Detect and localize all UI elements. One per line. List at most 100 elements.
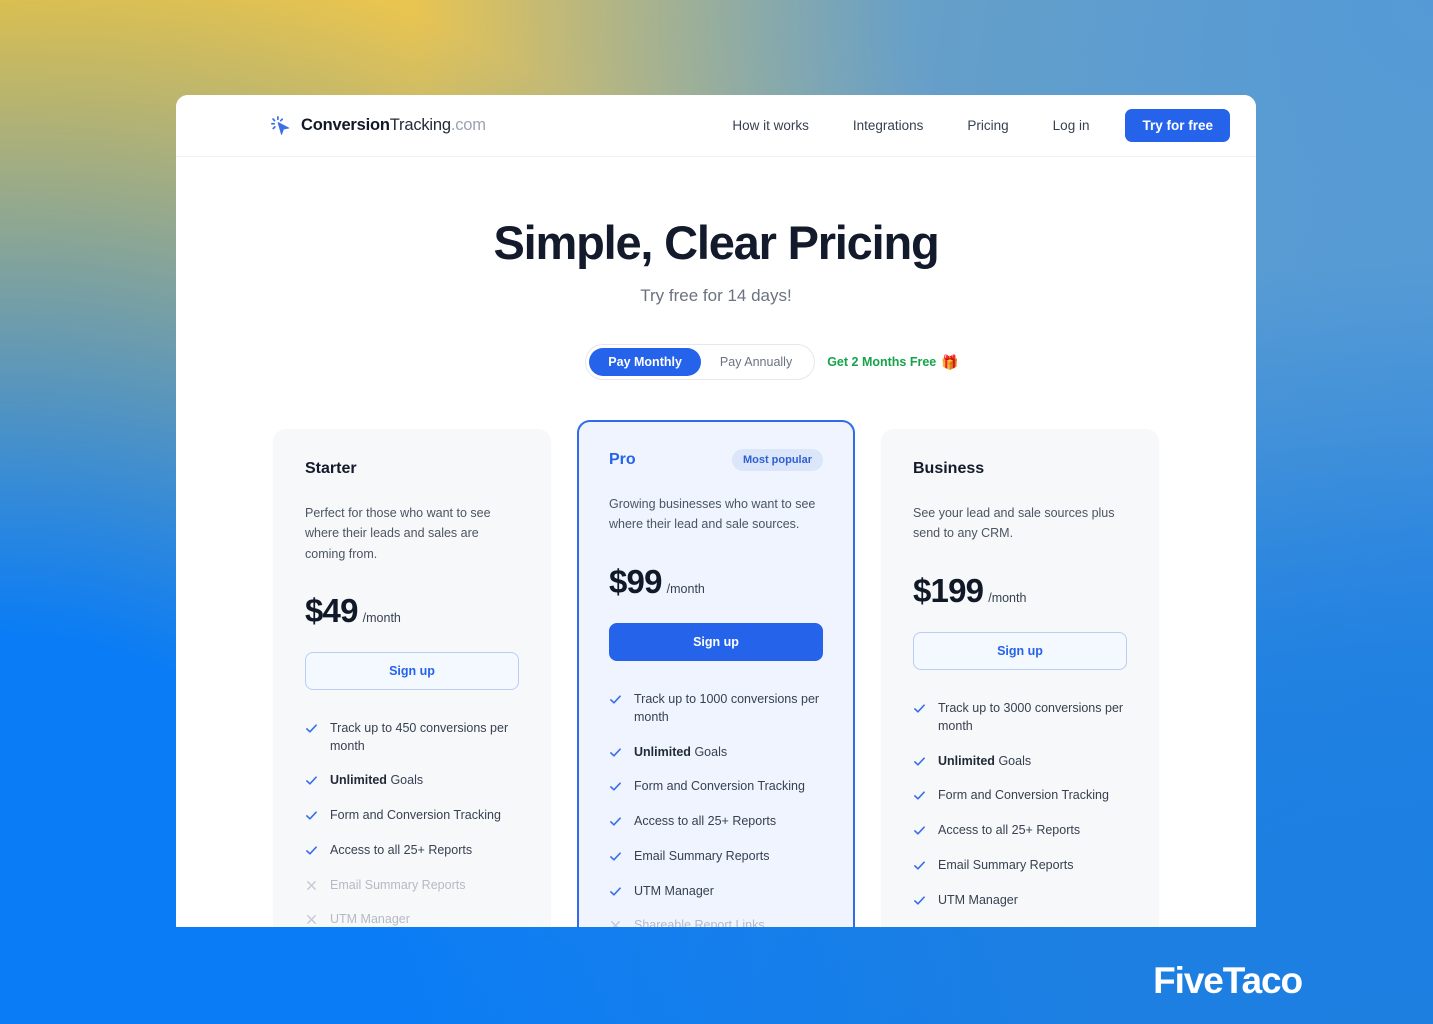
plan-description: Perfect for those who want to see where … <box>305 506 491 561</box>
feature-text: UTM Manager <box>634 883 714 898</box>
feature-text: Goals <box>390 773 424 788</box>
feature-label: UTM Manager <box>330 911 410 927</box>
feature-text: Shareable Report Links <box>634 918 765 927</box>
try-for-free-button[interactable]: Try for free <box>1125 109 1230 142</box>
fivetaco-watermark: FiveTaco <box>1153 960 1303 1001</box>
feature-item: Access to all 25+ Reports <box>609 813 823 831</box>
nav-link-log-in[interactable]: Log in <box>1031 110 1112 141</box>
cross-icon <box>611 921 620 927</box>
page-title: Simple, Clear Pricing <box>493 216 940 269</box>
sign-up-button[interactable]: Sign up <box>913 632 1127 670</box>
plan-period: /month <box>988 591 1027 605</box>
main-navigation: How it works Integrations Pricing Log in… <box>710 109 1230 142</box>
check-icon <box>914 704 925 713</box>
pricing-card-pro: Pro Most popular Growing businesses who wa… <box>577 420 855 927</box>
check-icon <box>610 747 621 757</box>
feature-label: Access to all 25+ Reports <box>330 842 472 860</box>
feature-text: Access to all 25+ Reports <box>634 814 777 828</box>
feature-item: Shareable Report Links <box>913 926 1127 927</box>
plan-header: Pro Most popular <box>609 448 823 472</box>
check-icon <box>306 724 317 733</box>
click-cursor-sparkle-icon <box>271 115 290 135</box>
check-icon <box>610 695 621 704</box>
most-popular-badge: Most popular <box>731 449 823 471</box>
feature-text: Form and Conversion Tracking <box>938 788 1109 803</box>
feature-text: Goals <box>998 753 1032 768</box>
feature-item: UTM Manager <box>913 892 1127 910</box>
billing-toggle-row: Pay Monthly Pay Annually Get 2 Months Fr… <box>176 344 1256 380</box>
feature-label: Shareable Report Links <box>938 926 1069 927</box>
feature-item: Unlimited Goals <box>609 744 823 762</box>
check-icon <box>610 782 621 791</box>
plan-period: /month <box>362 610 401 625</box>
plan-header: Business <box>913 457 1127 481</box>
nav-link-pricing[interactable]: Pricing <box>945 110 1030 141</box>
feature-text: Access to all 25+ Reports <box>938 823 1081 837</box>
feature-text: Form and Conversion Tracking <box>330 808 501 822</box>
check-icon <box>914 791 925 800</box>
gift-icon: 🎁 <box>941 353 959 370</box>
feature-item: Email Summary Reports <box>609 848 823 866</box>
feature-text: Email Summary Reports <box>330 877 466 892</box>
feature-item: Unlimited Goals <box>305 772 519 790</box>
plan-price: $49 <box>305 591 358 629</box>
promo-label: Get 2 Months Free 🎁 <box>827 354 958 371</box>
feature-label: Access to all 25+ Reports <box>938 822 1080 840</box>
feature-item: Form and Conversion Tracking <box>609 778 823 796</box>
feature-label: Email Summary Reports <box>634 848 769 866</box>
plan-price-row: $99/month <box>609 563 823 601</box>
plan-price-row: $49/month <box>305 592 519 630</box>
feature-label: Track up to 1000 conversions per month <box>634 691 823 727</box>
feature-text: UTM Manager <box>330 912 410 927</box>
sign-up-button[interactable]: Sign up <box>305 651 519 690</box>
feature-text: Track up to 450 conversions per month <box>330 720 509 753</box>
pricing-plans: Starter Perfect for those who want to see… <box>176 420 1256 927</box>
feature-item: Shareable Report Links <box>609 917 823 927</box>
feature-item: Form and Conversion Tracking <box>305 807 519 825</box>
billing-option-annually[interactable]: Pay Annually <box>701 348 811 376</box>
feature-label: Unlimited Goals <box>634 744 727 762</box>
feature-label: UTM Manager <box>634 883 714 901</box>
feature-label: Email Summary Reports <box>938 857 1073 875</box>
feature-label: Shareable Report Links <box>634 917 765 927</box>
plan-feature-list: Track up to 1000 conversions per month Un… <box>609 691 823 927</box>
feature-item: Form and Conversion Tracking <box>913 787 1127 805</box>
nav-link-integrations[interactable]: Integrations <box>831 110 946 141</box>
feature-text: Form and Conversion Tracking <box>634 779 805 794</box>
check-icon <box>914 861 925 870</box>
nav-link-how-it-works[interactable]: How it works <box>710 110 831 141</box>
feature-item: Track up to 450 conversions per month <box>305 720 519 756</box>
promo-text: Get 2 Months Free <box>827 355 937 369</box>
feature-text: Track up to 1000 conversions per month <box>634 692 820 724</box>
feature-item: Email Summary Reports <box>913 857 1127 875</box>
feature-text: Access to all 25+ Reports <box>330 842 473 857</box>
pricing-page-card: ConversionTracking.com How it works Inte… <box>176 95 1256 927</box>
plan-price-row: $199/month <box>913 572 1127 610</box>
site-logo[interactable]: ConversionTracking.com <box>270 115 486 137</box>
billing-toggle[interactable]: Pay Monthly Pay Annually <box>585 344 816 380</box>
pricing-card-starter: Starter Perfect for those who want to see… <box>273 429 551 927</box>
logo-text-bold: Conversion <box>301 116 390 134</box>
plan-price: $99 <box>609 563 662 600</box>
feature-item: UTM Manager <box>609 883 823 901</box>
hero-section: Simple, Clear Pricing Try free for 14 da… <box>176 157 1256 380</box>
feature-label: Email Summary Reports <box>330 877 465 895</box>
check-icon <box>306 811 317 820</box>
plan-name: Pro <box>609 451 636 468</box>
billing-option-monthly[interactable]: Pay Monthly <box>589 348 701 376</box>
feature-item: UTM Manager <box>305 911 519 927</box>
plan-price: $199 <box>913 572 984 609</box>
sign-up-button[interactable]: Sign up <box>609 623 823 661</box>
feature-label: Track up to 3000 conversions per month <box>938 700 1127 736</box>
check-icon <box>914 826 925 835</box>
feature-item: Access to all 25+ Reports <box>305 842 519 860</box>
feature-label: Unlimited Goals <box>330 772 423 790</box>
feature-text: Email Summary Reports <box>938 857 1074 872</box>
feature-label: Form and Conversion Tracking <box>634 778 805 796</box>
cross-icon <box>307 915 316 925</box>
feature-label: Track up to 450 conversions per month <box>330 720 519 756</box>
plan-feature-list: Track up to 3000 conversions per month Un… <box>913 700 1127 927</box>
plan-period: /month <box>666 582 705 596</box>
plan-feature-list: Track up to 450 conversions per month Unl… <box>305 720 519 927</box>
pricing-card-business: Business See your lead and sale sources p… <box>881 429 1159 927</box>
